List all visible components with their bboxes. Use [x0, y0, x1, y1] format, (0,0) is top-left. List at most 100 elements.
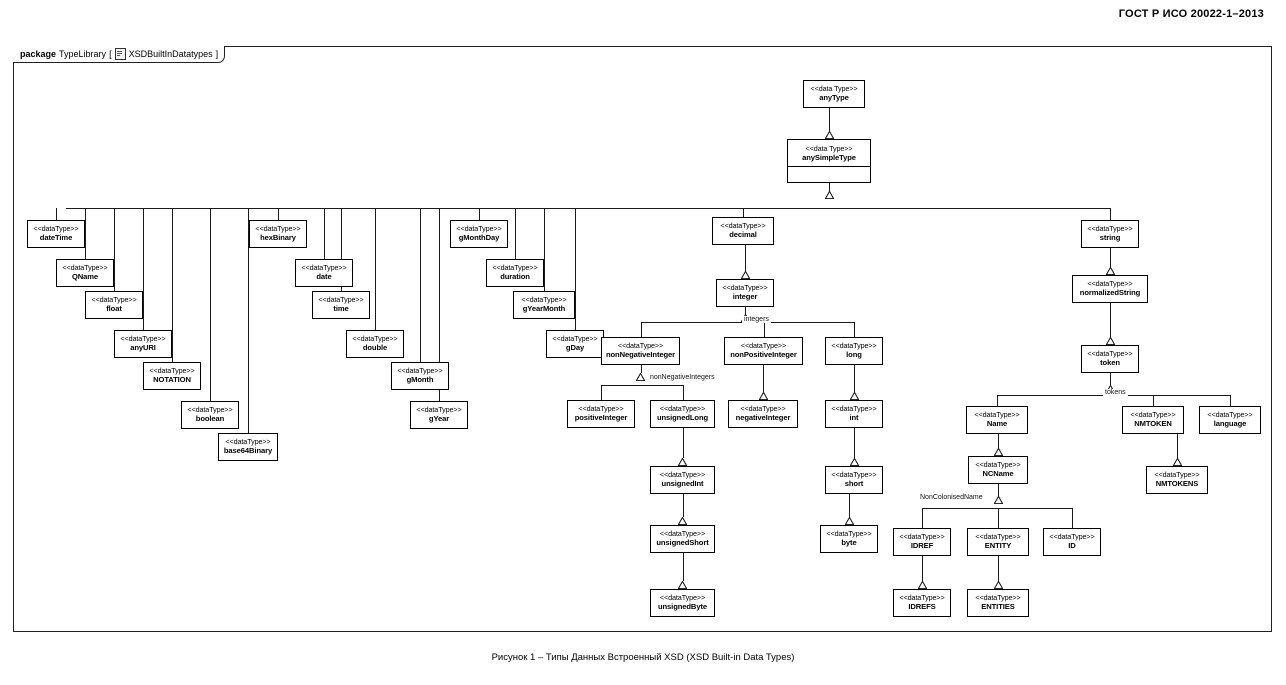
class-node-entities[interactable]: <<dataType>>ENTITIES	[967, 589, 1029, 617]
generalization-unsignedByte-to-unsignedShort	[678, 581, 687, 589]
package-keyword: package	[20, 49, 56, 59]
node-name: boolean	[182, 415, 238, 423]
class-node-idref[interactable]: <<dataType>>IDREF	[893, 528, 951, 556]
class-node-int[interactable]: <<dataType>>int	[825, 400, 883, 428]
node-name: float	[86, 305, 142, 313]
class-node-idrefs[interactable]: <<dataType>>IDREFS	[893, 589, 951, 617]
class-node-unsignedlong[interactable]: <<dataType>>unsignedLong	[650, 400, 715, 428]
package-header-tab: package TypeLibrary [ XSDBuiltInDatatype…	[13, 46, 225, 63]
class-node-anysimpletype[interactable]: <<data Type>>anySimpleType	[787, 139, 871, 183]
drop-stem-nonpositiveinteger	[764, 322, 765, 337]
class-node-time[interactable]: <<dataType>>time	[312, 291, 370, 319]
edge-label-integers: integers	[742, 316, 771, 323]
class-node-decimal[interactable]: <<dataType>> decimal	[712, 217, 774, 245]
edge-unsignedShort-unsignedInt	[683, 494, 684, 517]
node-name: IDREF	[894, 542, 950, 550]
edge-ncname-bus-stem	[998, 484, 999, 496]
node-stereotype: <<dataType>>	[250, 225, 306, 232]
drop-stem-gyearmonth	[544, 208, 545, 291]
generalization-normalizedString-to-string	[1106, 267, 1115, 275]
node-name: long	[826, 351, 882, 359]
edge-normalizedString-string	[1110, 248, 1111, 267]
class-node-normalizedstring[interactable]: <<dataType>>normalizedString	[1072, 275, 1148, 303]
class-node-string[interactable]: <<dataType>>string	[1081, 220, 1139, 248]
class-node-duration[interactable]: <<dataType>>duration	[486, 259, 544, 287]
class-node-name[interactable]: <<dataType>>Name	[966, 406, 1028, 434]
node-name: unsignedInt	[651, 480, 714, 488]
node-name: anyURI	[115, 344, 171, 352]
class-node-entity[interactable]: <<dataType>>ENTITY	[967, 528, 1029, 556]
generalization-anySimpleType-to-anyType	[825, 131, 834, 139]
edge-negativeInteger-nonPositiveInteger	[763, 365, 764, 392]
class-node-anytype[interactable]: <<data Type>>anyType	[803, 80, 865, 108]
class-node-integer[interactable]: <<dataType>>integer	[716, 279, 774, 307]
node-name: gDay	[547, 344, 603, 352]
class-node-base64binary[interactable]: <<dataType>>base64Binary	[218, 433, 278, 461]
drop-stem-hexbinary	[278, 208, 279, 220]
node-name: positiveInteger	[568, 414, 634, 422]
edge-ENTITIES-ENTITY	[998, 556, 999, 581]
generalization-trunk-to-anysimpletype	[825, 191, 834, 199]
node-name: time	[313, 305, 369, 313]
class-node-hexbinary[interactable]: <<dataType>>hexBinary	[249, 220, 307, 248]
node-stereotype: <<dataType>>	[1147, 471, 1207, 478]
class-node-date[interactable]: <<dataType>>date	[295, 259, 353, 287]
node-name: decimal	[713, 231, 773, 239]
class-node-nonnegativeinteger[interactable]: <<dataType>>nonNegativeInteger	[601, 337, 680, 365]
class-node-gday[interactable]: <<dataType>>gDay	[546, 330, 604, 358]
class-node-gyear[interactable]: <<dataType>>gYear	[410, 401, 468, 429]
class-node-token[interactable]: <<dataType>>token	[1081, 345, 1139, 373]
drop-stem-gday	[575, 208, 576, 330]
class-node-nmtokens[interactable]: <<dataType>>NMTOKENS	[1146, 466, 1208, 494]
edge-label-nonnegativeintegers: nonNegativeIntegers	[648, 374, 717, 381]
class-node-notation[interactable]: <<dataType>>NOTATION	[143, 362, 201, 390]
class-node-unsignedbyte[interactable]: <<dataType>> unsignedByte	[650, 589, 715, 617]
class-node-negativeinteger[interactable]: <<dataType>>negativeInteger	[728, 400, 798, 428]
class-node-float[interactable]: <<dataType>>float	[85, 291, 143, 319]
class-node-gmonth[interactable]: <<dataType>>gMonth	[391, 362, 449, 390]
node-stereotype: <<dataType>>	[392, 367, 448, 374]
node-stereotype: <<dataType>>	[57, 264, 113, 271]
class-node-language[interactable]: <<dataType>>language	[1199, 406, 1261, 434]
edge-token-normalizedString	[1110, 303, 1111, 337]
class-node-unsignedshort[interactable]: <<dataType>>unsignedShort	[650, 525, 715, 553]
class-node-nonpositiveinteger[interactable]: <<dataType>>nonPositiveInteger	[724, 337, 803, 365]
class-node-anyuri[interactable]: <<dataType>>anyURI	[114, 330, 172, 358]
package-diagram-name: XSDBuiltInDatatypes	[129, 49, 213, 59]
class-node-nmtoken[interactable]: <<dataType>>NMTOKEN	[1122, 406, 1184, 434]
node-stereotype: <<dataType>>	[713, 222, 773, 229]
class-node-id[interactable]: <<dataType>>ID	[1043, 528, 1101, 556]
node-name: unsignedByte	[651, 603, 714, 611]
node-stereotype: <<dataType>>	[651, 594, 714, 601]
edge-nni-bus-stem	[641, 365, 642, 373]
node-stereotype: <<dataType>>	[729, 405, 797, 412]
drop-stem-long	[854, 322, 855, 337]
node-stereotype: <<dataType>>	[1073, 280, 1147, 287]
node-stereotype: <<dataType>>	[182, 406, 238, 413]
node-name: NMTOKEN	[1123, 420, 1183, 428]
class-node-datetime[interactable]: <<dataType>>dateTime	[27, 220, 85, 248]
class-node-byte[interactable]: <<dataType>>byte	[820, 525, 878, 553]
class-node-gmonthday[interactable]: <<dataType>>gMonthDay	[450, 220, 508, 248]
node-name: NCName	[969, 470, 1027, 478]
class-node-gyearmonth[interactable]: <<dataType>>gYearMonth	[513, 291, 575, 319]
nonnegativeintegers-bus	[601, 385, 683, 386]
drop-stem-nonnegativeinteger	[641, 322, 642, 337]
class-node-positiveinteger[interactable]: <<dataType>>positiveInteger	[567, 400, 635, 428]
class-node-short[interactable]: <<dataType>>short	[825, 466, 883, 494]
class-node-long[interactable]: <<dataType>>long	[825, 337, 883, 365]
edge-integer-bus-stem	[745, 307, 746, 314]
class-node-boolean[interactable]: <<dataType>> boolean	[181, 401, 239, 429]
node-name: QName	[57, 273, 113, 281]
node-stereotype: <<dataType>>	[451, 225, 507, 232]
class-node-double[interactable]: <<dataType>>double	[346, 330, 404, 358]
class-node-unsignedint[interactable]: <<dataType>>unsignedInt	[650, 466, 715, 494]
edge-byte-short	[849, 494, 850, 517]
class-node-qname[interactable]: <<dataType>> QName	[56, 259, 114, 287]
drop-stem-language	[1230, 395, 1231, 406]
node-stereotype: <<dataType>>	[1082, 350, 1138, 357]
node-name: anySimpleType	[788, 154, 870, 162]
class-node-ncname[interactable]: <<dataType>>NCName	[968, 456, 1028, 484]
edge-unsignedInt-unsignedLong	[683, 428, 684, 458]
package-bracket-close: ]	[216, 49, 219, 59]
